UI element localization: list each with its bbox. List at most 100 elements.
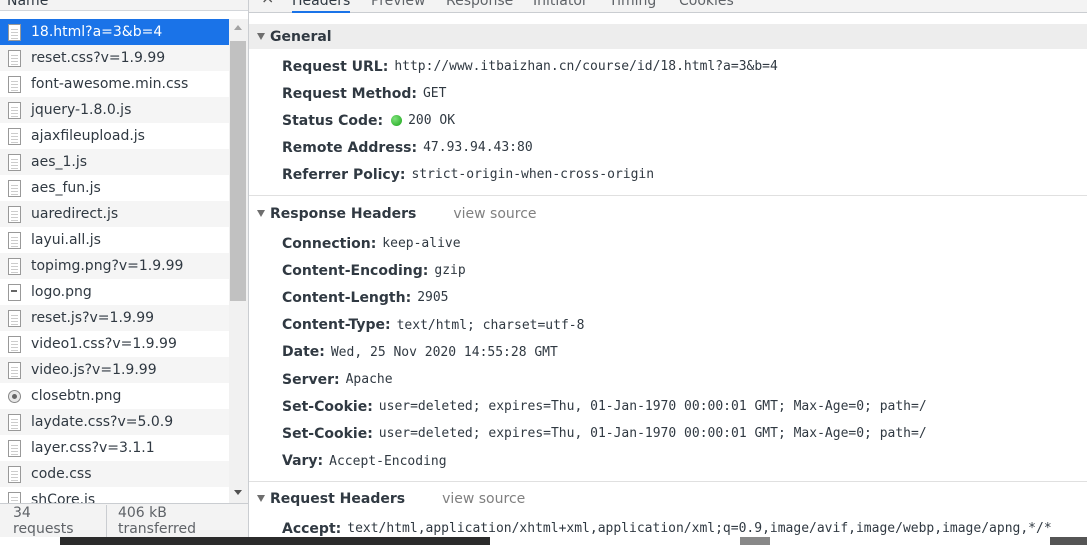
request-row[interactable]: aes_1.js <box>0 149 229 175</box>
request-name: 18.html?a=3&b=4 <box>31 24 163 40</box>
request-row[interactable]: shCore.js <box>0 487 229 503</box>
tab-timing[interactable]: Timing <box>609 0 656 11</box>
request-row[interactable]: code.css <box>0 461 229 487</box>
header-row: Request Method: GET <box>282 80 446 107</box>
transferred-size: 406 kB transferred <box>117 504 196 537</box>
document-icon <box>8 101 21 119</box>
document-icon <box>8 309 21 327</box>
document-icon <box>8 465 21 483</box>
request-row[interactable]: uaredirect.js <box>0 201 229 227</box>
section-divider <box>249 481 1087 482</box>
request-row[interactable]: reset.css?v=1.9.99 <box>0 45 229 71</box>
request-count: 34 requests <box>0 504 107 537</box>
header-value: http://www.itbaizhan.cn/course/id/18.htm… <box>394 59 778 74</box>
tab-preview[interactable]: Preview <box>371 0 426 11</box>
request-row[interactable]: layer.css?v=3.1.1 <box>0 435 229 461</box>
scrollbar-thumb[interactable] <box>230 41 246 301</box>
request-row[interactable]: font-awesome.min.css <box>0 71 229 97</box>
request-row[interactable]: reset.js?v=1.9.99 <box>0 305 229 331</box>
header-value: Apache <box>345 372 393 387</box>
response-view-source-link[interactable]: view source <box>453 206 536 222</box>
header-key: Date: <box>282 344 325 361</box>
header-row: Accept: text/html,application/xhtml+xml,a… <box>282 515 1052 537</box>
request-row[interactable]: logo.png <box>0 279 229 305</box>
header-value: 200 OK <box>408 113 456 128</box>
collapse-triangle-icon[interactable] <box>257 210 265 217</box>
header-key: Set-Cookie: <box>282 398 373 415</box>
header-key: Content-Encoding: <box>282 262 429 279</box>
document-icon <box>8 413 21 431</box>
header-key: Set-Cookie: <box>282 425 373 442</box>
request-list: 18.html?a=3&b=4 reset.css?v=1.9.99 font-aw… <box>0 19 229 503</box>
tab-cookies[interactable]: Cookies <box>679 0 734 11</box>
document-icon <box>8 205 21 223</box>
header-row: Request URL: http://www.itbaizhan.cn/cour… <box>282 53 778 80</box>
bottom-strip-segment <box>740 537 770 545</box>
document-icon <box>8 231 21 249</box>
collapse-triangle-icon[interactable] <box>257 495 265 502</box>
scroll-up-arrow-icon[interactable] <box>234 25 242 30</box>
header-row: Connection: keep-alive <box>282 230 461 257</box>
request-name: closebtn.png <box>31 388 122 404</box>
request-row[interactable]: topimg.png?v=1.9.99 <box>0 253 229 279</box>
header-key: Remote Address: <box>282 139 418 156</box>
section-divider <box>249 195 1087 196</box>
tab-response[interactable]: Response <box>446 0 513 11</box>
header-key: Content-Length: <box>282 289 412 306</box>
request-name: aes_fun.js <box>31 180 101 196</box>
details-tab-bar: × Headers Preview Response Initiator Tim… <box>249 0 1087 13</box>
header-key: Request Method: <box>282 85 417 102</box>
tab-initiator[interactable]: Initiator <box>533 0 588 11</box>
collapse-triangle-icon[interactable] <box>257 33 265 40</box>
tab-headers[interactable]: Headers <box>292 0 351 13</box>
general-section-title: General <box>270 28 332 45</box>
header-row: Status Code: 200 OK <box>282 107 455 134</box>
header-row: Content-Encoding: gzip <box>282 257 466 284</box>
request-name: video.js?v=1.9.99 <box>31 362 157 378</box>
response-headers-section-header[interactable]: Response Headers view source <box>249 201 1087 226</box>
header-value: 47.93.94.43:80 <box>423 140 533 155</box>
header-value: text/html; charset=utf-8 <box>396 317 585 333</box>
request-name: logo.png <box>31 284 92 300</box>
request-row[interactable]: layui.all.js <box>0 227 229 253</box>
header-key: Referrer Policy: <box>282 166 406 183</box>
header-key: Request URL: <box>282 58 389 75</box>
document-icon <box>8 179 21 197</box>
document-icon <box>8 127 21 145</box>
request-view-source-link[interactable]: view source <box>442 491 525 507</box>
request-row[interactable]: jquery-1.8.0.js <box>0 97 229 123</box>
header-row: Referrer Policy: strict-origin-when-cross… <box>282 161 654 188</box>
request-name: font-awesome.min.css <box>31 76 189 92</box>
header-row: Set-Cookie: user=deleted; expires=Thu, 01… <box>282 420 927 447</box>
header-value: text/html,application/xhtml+xml,applicat… <box>347 521 1052 536</box>
request-headers-section-header[interactable]: Request Headers view source <box>249 486 1087 511</box>
response-headers-title: Response Headers <box>270 205 417 222</box>
request-name: layer.css?v=3.1.1 <box>31 440 155 456</box>
request-name: uaredirect.js <box>31 206 119 222</box>
header-value: Accept-Encoding <box>329 453 447 469</box>
request-row[interactable]: closebtn.png <box>0 383 229 409</box>
header-value: user=deleted; expires=Thu, 01-Jan-1970 0… <box>378 426 927 442</box>
general-section-header[interactable]: General <box>249 24 1087 49</box>
document-icon <box>8 23 21 41</box>
document-icon <box>8 439 21 457</box>
header-row: Set-Cookie: user=deleted; expires=Thu, 01… <box>282 393 927 420</box>
request-row[interactable]: ajaxfileupload.js <box>0 123 229 149</box>
document-icon <box>8 361 21 379</box>
request-details-pane: × Headers Preview Response Initiator Tim… <box>249 0 1087 537</box>
close-icon[interactable]: × <box>261 0 274 7</box>
request-name: reset.css?v=1.9.99 <box>31 50 166 66</box>
status-ok-dot-icon <box>391 115 403 126</box>
request-row[interactable]: video1.css?v=1.9.99 <box>0 331 229 357</box>
request-row[interactable]: 18.html?a=3&b=4 <box>0 19 229 45</box>
request-row[interactable]: laydate.css?v=5.0.9 <box>0 409 229 435</box>
request-list-scrollbar[interactable] <box>229 19 248 503</box>
header-value: gzip <box>434 263 466 279</box>
scroll-down-arrow-icon[interactable] <box>234 490 242 495</box>
header-value: user=deleted; expires=Thu, 01-Jan-1970 0… <box>378 399 927 415</box>
header-key: Content-Type: <box>282 317 391 334</box>
request-name: aes_1.js <box>31 154 88 170</box>
request-row[interactable]: video.js?v=1.9.99 <box>0 357 229 383</box>
request-row[interactable]: aes_fun.js <box>0 175 229 201</box>
name-column-header[interactable]: Name <box>0 0 248 11</box>
